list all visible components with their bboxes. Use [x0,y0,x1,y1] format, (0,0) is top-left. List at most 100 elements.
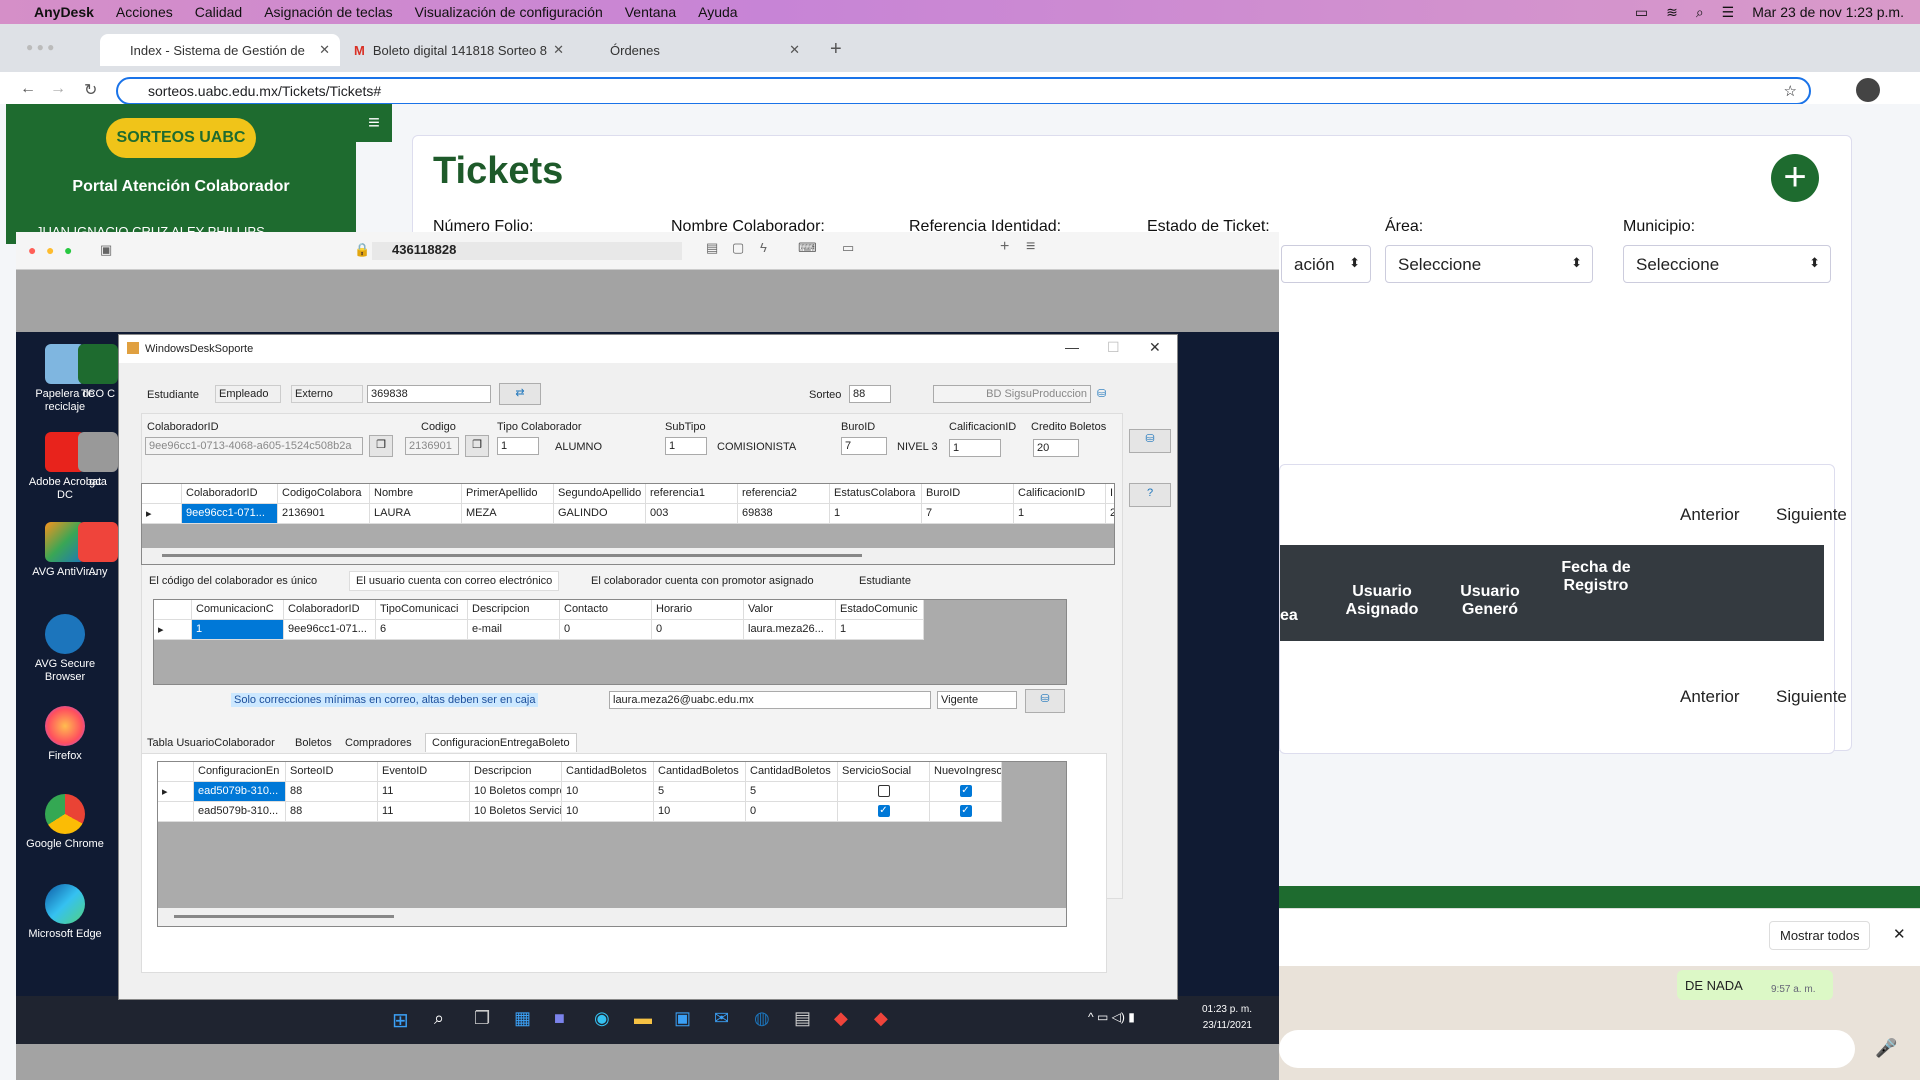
display-icon[interactable]: ▭ [842,240,854,256]
grid2-cell[interactable]: 1 [836,620,924,640]
tab-configuracion[interactable]: ConfiguracionEntregaBoleto [425,733,577,752]
filter-municipio-select[interactable]: Seleccione [1623,245,1831,283]
desktop-icon-anydesk[interactable]: Any [78,522,118,579]
star-icon[interactable]: ☆ [1784,82,1797,100]
subtipo-select[interactable]: 1 [665,437,707,455]
search-icon[interactable]: ⌕ [1696,4,1704,21]
grid1-cell[interactable]: LAURA [370,504,462,524]
tab-ordenes[interactable]: Órdenes ✕ [580,34,810,66]
check-estudiante[interactable]: Estudiante [859,575,911,587]
desktop-icon-gca[interactable]: gca [78,432,118,489]
grid3-cell[interactable]: ead5079b-310... [194,802,286,822]
app-icon[interactable]: ▤ [794,1008,811,1029]
avg-browser-icon[interactable]: ◍ [754,1008,770,1029]
save-button[interactable]: ⛁ [1129,429,1171,453]
mic-icon[interactable]: 🎤 [1875,1038,1897,1059]
minimize-dot[interactable]: ● [46,242,54,258]
copy-icon[interactable]: ❐ [465,435,489,457]
radio-externo[interactable]: Externo [291,385,363,403]
chat-input[interactable] [1279,1030,1855,1068]
nuevo-ingreso-checkbox[interactable]: ✓ [930,782,1002,802]
menu-visualizacion[interactable]: Visualización de configuración [415,4,603,20]
servicio-social-checkbox[interactable]: ✓ [838,802,930,822]
taskview-icon[interactable]: ❐ [474,1008,490,1029]
table-row[interactable]: ▸ ead5079b-310... 88 11 10 Boletos compr… [158,782,1002,802]
filter-estado-select[interactable]: ación [1281,245,1371,283]
table-row[interactable]: ▸ 9ee96cc1-071... 2136901 LAURA MEZA GAL… [142,504,1114,524]
pager-next-top[interactable]: Siguiente [1776,505,1847,525]
add-ticket-button[interactable]: + [1771,154,1819,202]
add-icon[interactable]: + [1000,238,1009,256]
check-correo[interactable]: El usuario cuenta con correo electrónico [349,571,560,591]
teams-icon[interactable]: ■ [554,1008,565,1029]
pager-next-bottom[interactable]: Siguiente [1776,687,1847,707]
taskbar-time[interactable]: 01:23 p. m. [1182,1004,1252,1015]
nuevo-ingreso-checkbox[interactable]: ✓ [930,802,1002,822]
grid3-cell[interactable]: 5 [746,782,838,802]
grid3-cell[interactable]: 10 Boletos compromiso 5 [470,782,562,802]
grid3-cell[interactable]: 10 [562,802,654,822]
menubar-clock[interactable]: Mar 23 de nov 1:23 p.m. [1752,4,1904,20]
search-icon[interactable]: ⌕ [434,1008,444,1029]
horizontal-scrollbar[interactable] [158,908,1066,926]
sorteo-select[interactable]: 88 [849,385,891,403]
site-logo[interactable]: SORTEOS UABC [106,118,256,158]
grid2-cell[interactable]: 9ee96cc1-071... [284,620,376,640]
codigo-field[interactable]: 2136901 [405,437,459,455]
mail-icon[interactable]: ✉ [714,1008,729,1029]
buro-select[interactable]: 7 [841,437,887,455]
back-icon[interactable]: ← [20,80,36,98]
tab-index[interactable]: Index - Sistema de Gestión de ✕ [100,34,340,66]
explorer-icon[interactable]: ▬ [634,1008,652,1029]
profile-avatar[interactable] [1856,78,1880,102]
filter-area-select[interactable]: Seleccione [1385,245,1593,283]
grid1-cell[interactable]: 7 [922,504,1014,524]
help-button[interactable]: ? [1129,483,1171,507]
grid2-cell[interactable]: 0 [560,620,652,640]
show-all-button[interactable]: Mostrar todos [1769,921,1871,950]
menu-icon[interactable]: ≡ [1026,238,1035,256]
tab-compradores[interactable]: Compradores [345,737,412,749]
search-button[interactable]: ⇄ [499,383,541,405]
table-row[interactable]: ▸ 1 9ee96cc1-071... 6 e-mail 0 0 laura.m… [154,620,924,640]
grid1-cell[interactable]: 20 [1106,504,1114,524]
menu-acciones[interactable]: Acciones [116,4,173,20]
colaboradorid-field[interactable]: 9ee96cc1-0713-4068-a605-1524c508b2a [145,437,363,455]
menu-calidad[interactable]: Calidad [195,4,242,20]
desktop-icon-tco[interactable]: TCO C [78,344,118,401]
save-email-button[interactable]: ⛁ [1025,689,1065,713]
grid3-cell[interactable]: 5 [654,782,746,802]
grid3-cell[interactable]: 88 [286,782,378,802]
chat-icon[interactable]: ▤ [706,240,718,256]
pager-prev-top[interactable]: Anterior [1680,505,1740,525]
keyboard-icon[interactable]: ⌨ [798,240,817,256]
email-field[interactable]: laura.meza26@uabc.edu.mx [609,691,931,709]
menu-ventana[interactable]: Ventana [625,4,676,20]
close-icon[interactable]: ✕ [319,42,330,58]
grid3-cell[interactable]: 10 Boletos Servicio Social [470,802,562,822]
close-icon[interactable]: ✕ [789,42,800,58]
grid2-cell[interactable]: 0 [652,620,744,640]
battery-icon[interactable]: ▭ [1635,4,1648,21]
check-codigo-unico[interactable]: El código del colaborador es único [149,575,317,587]
grid2-cell[interactable]: laura.meza26... [744,620,836,640]
reload-icon[interactable]: ↻ [84,80,97,100]
db-icon[interactable]: ⛁ [1097,387,1106,400]
tray-icons[interactable]: ^ ▭ ◁) ▮ [1088,1010,1135,1024]
grid3-cell[interactable]: 10 [654,802,746,822]
grid1-cell[interactable]: GALINDO [554,504,646,524]
copy-icon[interactable]: ❐ [369,435,393,457]
minimize-icon[interactable]: — [1065,339,1079,355]
taskbar-date[interactable]: 23/11/2021 [1182,1020,1252,1031]
tab-usuariocolaborador[interactable]: Tabla UsuarioColaborador [147,737,275,749]
close-icon[interactable]: ✕ [1893,925,1906,943]
menu-app-name[interactable]: AnyDesk [34,4,94,20]
session-id[interactable]: 436118828 [372,242,682,260]
search-input[interactable]: 369838 [367,385,491,403]
grid1-cell[interactable]: 2136901 [278,504,370,524]
grid3-cell[interactable]: 11 [378,802,470,822]
grid1-cell[interactable]: 69838 [738,504,830,524]
desktop-icon-avg-browser[interactable]: AVG Secure Browser [20,614,110,684]
grid3-cell[interactable]: ead5079b-310... [194,782,286,802]
grid1-cell[interactable]: 1 [830,504,922,524]
